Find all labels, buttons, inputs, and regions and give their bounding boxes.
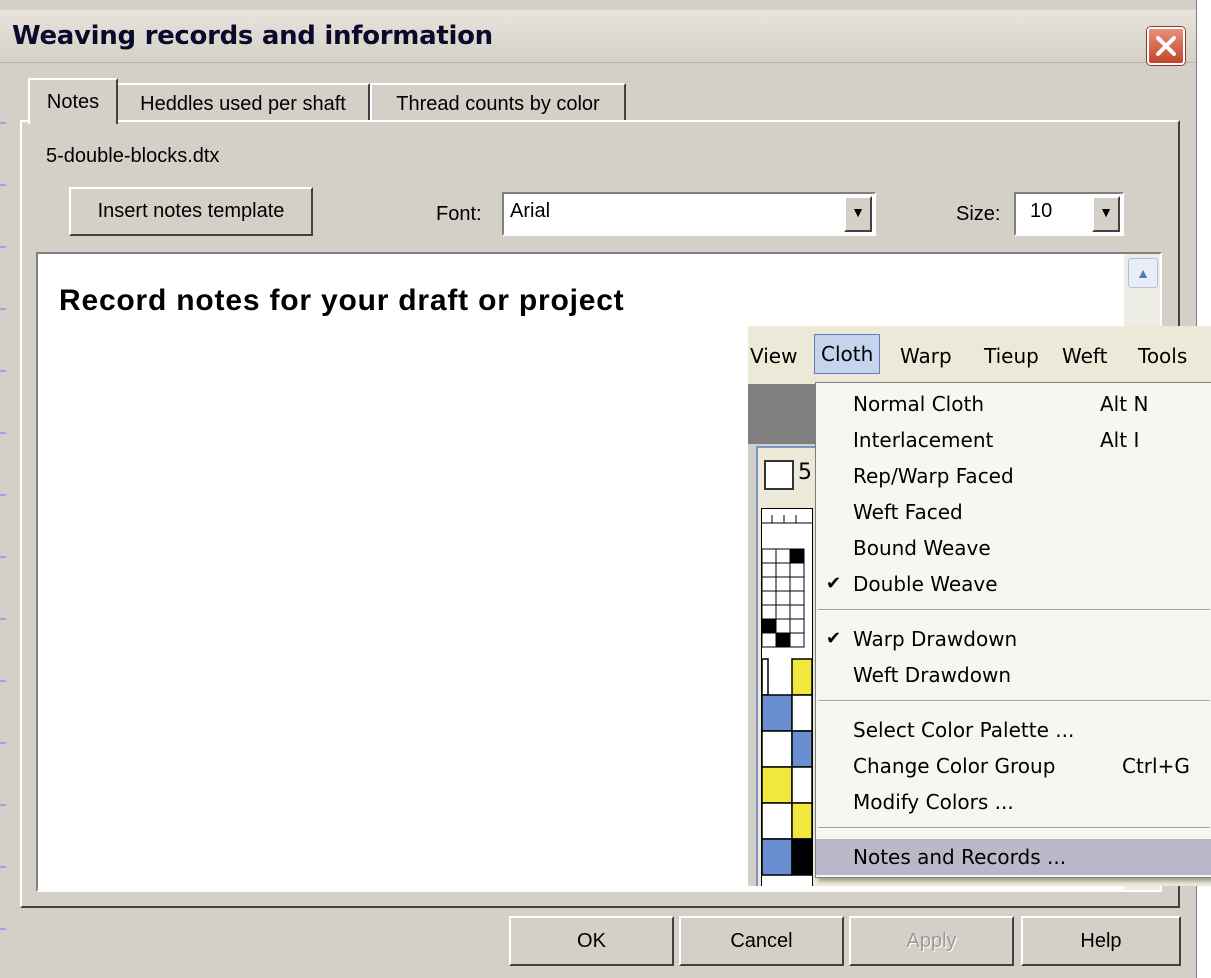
checkmark-icon: ✔ [826, 628, 842, 649]
cancel-button[interactable]: Cancel [679, 916, 844, 966]
window-icon [764, 460, 794, 490]
menu-item-weft-drawdown[interactable]: Weft Drawdown [816, 657, 1211, 693]
draft-grid[interactable] [761, 508, 813, 886]
menu-item-normal-cloth[interactable]: Normal Cloth Alt N [816, 386, 1211, 422]
chevron-down-icon[interactable]: ▼ [1092, 196, 1120, 232]
app-menubar: View Cloth Warp Tieup Weft Tools [748, 326, 1211, 385]
menu-separator [818, 609, 1210, 611]
ok-button[interactable]: OK [509, 916, 674, 966]
menu-warp[interactable]: Warp [900, 344, 952, 368]
menu-item-weft-faced[interactable]: Weft Faced [816, 494, 1211, 530]
menu-item-rep-warp-faced[interactable]: Rep/Warp Faced [816, 458, 1211, 494]
menu-view[interactable]: View [750, 344, 797, 368]
tab-notes[interactable]: Notes [28, 78, 118, 124]
menu-item-double-weave[interactable]: ✔ Double Weave [816, 566, 1211, 602]
title-bar: Weaving records and information [0, 10, 1196, 65]
draft-grid-graphic [761, 515, 813, 876]
cloth-dropdown-menu: Normal Cloth Alt N Interlacement Alt I R… [815, 382, 1211, 878]
tab-heddles-label: Heddles used per shaft [140, 93, 346, 115]
menu-tieup[interactable]: Tieup [984, 344, 1039, 368]
menu-weft[interactable]: Weft [1062, 344, 1107, 368]
font-label: Font: [436, 203, 482, 225]
menu-item-notes-and-records[interactable]: Notes and Records ... [816, 839, 1211, 875]
chevron-down-icon[interactable]: ▼ [844, 196, 872, 232]
tab-thread-counts-label: Thread counts by color [396, 93, 600, 115]
close-x-icon [1156, 36, 1176, 56]
insert-template-button[interactable]: Insert notes template [69, 187, 313, 236]
close-icon[interactable] [1147, 27, 1185, 65]
notes-text: Record notes for your draft or project [59, 284, 625, 317]
checkmark-icon: ✔ [826, 573, 842, 594]
menu-separator [818, 700, 1210, 702]
tab-thread-counts[interactable]: Thread counts by color [370, 83, 626, 121]
help-button[interactable]: Help [1021, 916, 1181, 966]
tab-notes-label: Notes [46, 91, 100, 113]
desktop-left-edge [0, 62, 6, 978]
menu-cloth[interactable]: Cloth [814, 334, 881, 374]
menu-item-bound-weave[interactable]: Bound Weave [816, 530, 1211, 566]
menu-separator [818, 827, 1210, 829]
tab-heddles[interactable]: Heddles used per shaft [116, 83, 370, 121]
scroll-up-arrow-icon[interactable]: ▲ [1128, 258, 1158, 288]
apply-button[interactable]: Apply [849, 916, 1014, 966]
child-window-title: 5 [798, 460, 812, 485]
menu-tools[interactable]: Tools [1138, 344, 1187, 368]
size-label: Size: [956, 203, 1001, 225]
dialog-title: Weaving records and information [12, 21, 493, 51]
size-select-value: 10 [1030, 200, 1053, 222]
font-select[interactable]: Arial ▼ [502, 192, 876, 236]
menu-item-warp-drawdown[interactable]: ✔ Warp Drawdown [816, 621, 1211, 657]
size-select[interactable]: 10 ▼ [1014, 192, 1124, 236]
menu-item-modify-colors[interactable]: Modify Colors ... [816, 784, 1211, 820]
file-name: 5-double-blocks.dtx [46, 145, 220, 167]
font-select-value: Arial [510, 200, 551, 222]
menu-item-interlacement[interactable]: Interlacement Alt I [816, 422, 1211, 458]
menu-item-select-color-palette[interactable]: Select Color Palette ... [816, 712, 1211, 748]
menu-item-change-color-group[interactable]: Change Color Group Ctrl+G [816, 748, 1211, 784]
